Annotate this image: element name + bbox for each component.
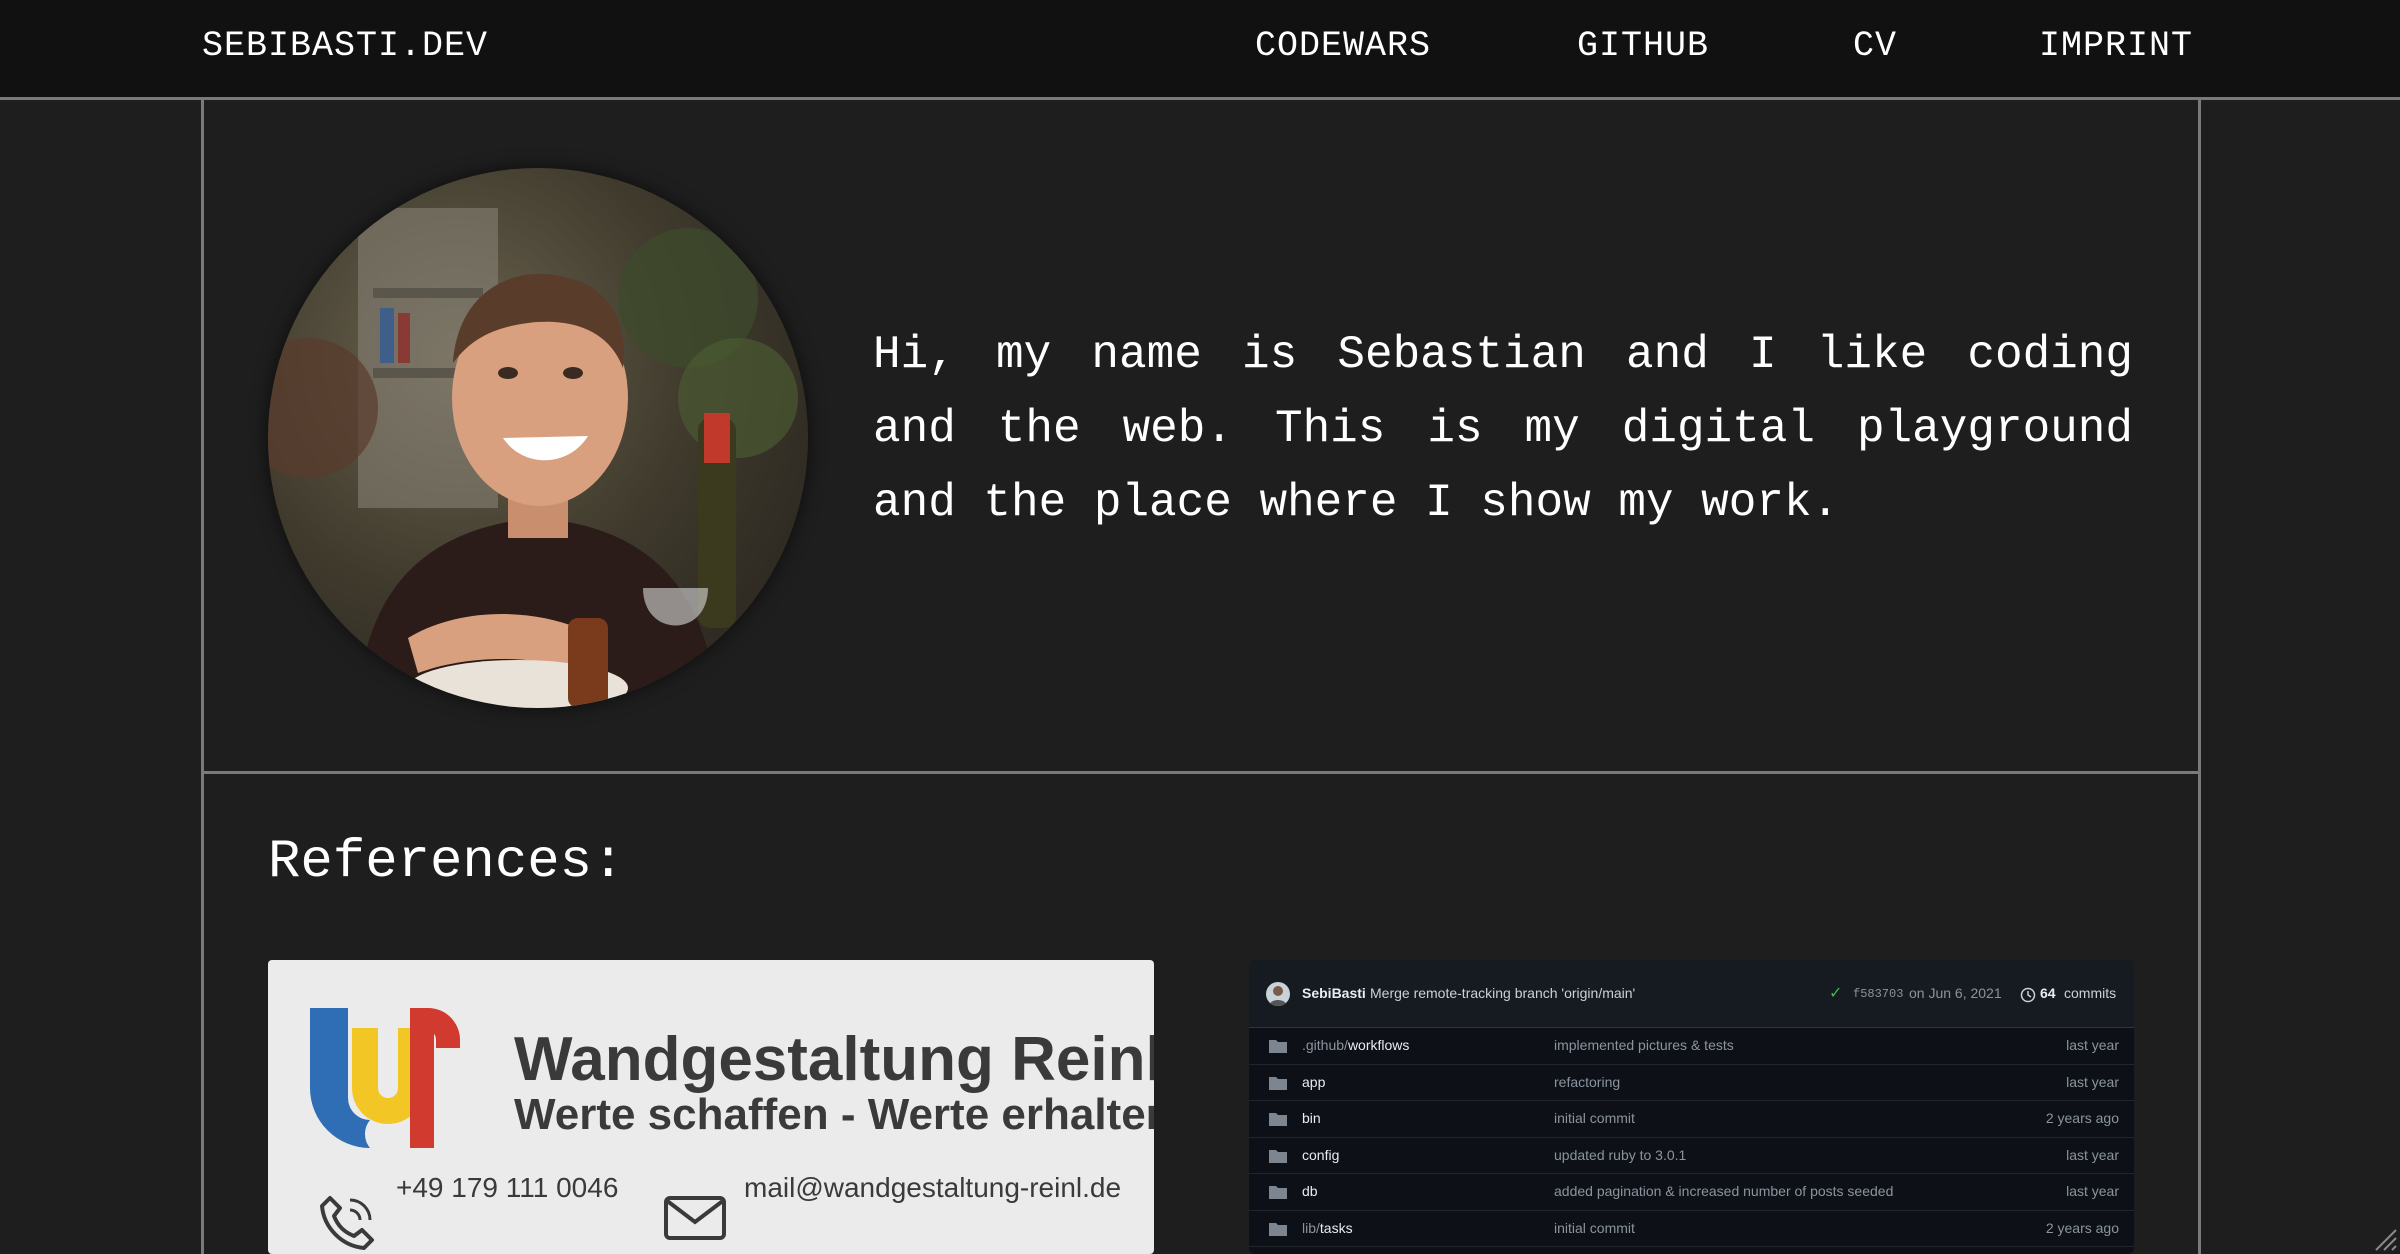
phone-icon: [320, 1196, 374, 1250]
nav-link-imprint[interactable]: IMPRINT: [2039, 26, 2193, 66]
file-commit-time: last year: [2066, 1183, 2119, 1199]
commit-hash[interactable]: f583703: [1853, 987, 1903, 1001]
section-divider: [201, 771, 2201, 774]
references-heading: References:: [268, 832, 625, 893]
resize-handle-icon[interactable]: [2372, 1226, 2398, 1252]
check-icon: ✓: [1829, 985, 1843, 1002]
commits-label[interactable]: commits: [2064, 985, 2116, 1001]
file-name[interactable]: app: [1302, 1074, 1325, 1090]
file-list: .github/workflows implemented pictures &…: [1249, 1028, 2134, 1247]
wandgestaltung-logo-icon: [310, 1008, 460, 1148]
file-row[interactable]: config updated ruby to 3.0.1 last year: [1249, 1138, 2134, 1174]
mail-icon: [664, 1196, 726, 1240]
intro-text: Hi, my name is Sebastian and I like codi…: [873, 329, 2133, 529]
file-commit-message[interactable]: updated ruby to 3.0.1: [1554, 1147, 1686, 1163]
file-row[interactable]: bin initial commit 2 years ago: [1249, 1101, 2134, 1138]
reference-card-github[interactable]: SebiBasti Merge remote-tracking branch '…: [1249, 960, 2134, 1254]
profile-photo: [268, 168, 808, 708]
file-commit-message[interactable]: initial commit: [1554, 1220, 1635, 1236]
file-name[interactable]: config: [1302, 1147, 1339, 1163]
folder-icon: [1269, 1113, 1287, 1126]
reference-card-wandgestaltung[interactable]: Wandgestaltung Reinl Werte schaffen - We…: [268, 960, 1154, 1254]
file-row[interactable]: lib/tasks initial commit 2 years ago: [1249, 1211, 2134, 1247]
user-avatar: [1266, 982, 1290, 1006]
commit-count[interactable]: 64: [2040, 985, 2056, 1001]
file-commit-time: 2 years ago: [2045, 1110, 2119, 1126]
file-row[interactable]: .github/workflows implemented pictures &…: [1249, 1028, 2134, 1065]
nav-link-cv[interactable]: CV: [1853, 26, 1897, 66]
company-name: Wandgestaltung Reinl: [514, 1025, 1154, 1094]
brand-link[interactable]: SEBIBASTI.DEV: [202, 26, 488, 66]
file-name[interactable]: lib/tasks: [1302, 1220, 1353, 1236]
file-row[interactable]: db added pagination & increased number o…: [1249, 1174, 2134, 1211]
company-slogan: Werte schaffen - Werte erhalten: [514, 1090, 1154, 1139]
folder-icon: [1269, 1186, 1287, 1199]
file-name[interactable]: .github/workflows: [1302, 1037, 1409, 1053]
folder-icon: [1269, 1149, 1287, 1163]
company-phone: +49 179 111 0046: [396, 1172, 619, 1203]
commit-date: on Jun 6, 2021: [1909, 985, 2002, 1001]
file-commit-message[interactable]: implemented pictures & tests: [1554, 1037, 1734, 1053]
file-row[interactable]: app refactoring last year: [1249, 1065, 2134, 1101]
file-commit-time: last year: [2066, 1073, 2119, 1090]
folder-icon: [1269, 1040, 1287, 1053]
file-name[interactable]: db: [1302, 1183, 1318, 1199]
folder-icon: [1269, 1222, 1287, 1236]
folder-icon: [1269, 1076, 1287, 1090]
file-commit-time: 2 years ago: [2045, 1219, 2119, 1236]
file-commit-message[interactable]: initial commit: [1554, 1110, 1635, 1126]
top-navbar: SEBIBASTI.DEV CODEWARS GITHUB CV IMPRINT: [0, 0, 2400, 100]
commit-author[interactable]: SebiBasti: [1302, 985, 1366, 1001]
company-email: mail@wandgestaltung-reinl.de: [744, 1172, 1122, 1203]
nav-link-github[interactable]: GITHUB: [1577, 26, 1709, 66]
nav-link-codewars[interactable]: CODEWARS: [1255, 26, 1431, 66]
history-icon: [2020, 987, 2036, 1003]
file-commit-time: last year: [2066, 1146, 2119, 1163]
file-name[interactable]: bin: [1302, 1110, 1321, 1126]
file-commit-time: last year: [2066, 1037, 2119, 1053]
file-commit-message[interactable]: refactoring: [1554, 1074, 1620, 1090]
commit-message[interactable]: Merge remote-tracking branch 'origin/mai…: [1370, 985, 1635, 1001]
commit-header: SebiBasti Merge remote-tracking branch '…: [1249, 960, 2134, 1028]
file-commit-message[interactable]: added pagination & increased number of p…: [1554, 1183, 1893, 1199]
